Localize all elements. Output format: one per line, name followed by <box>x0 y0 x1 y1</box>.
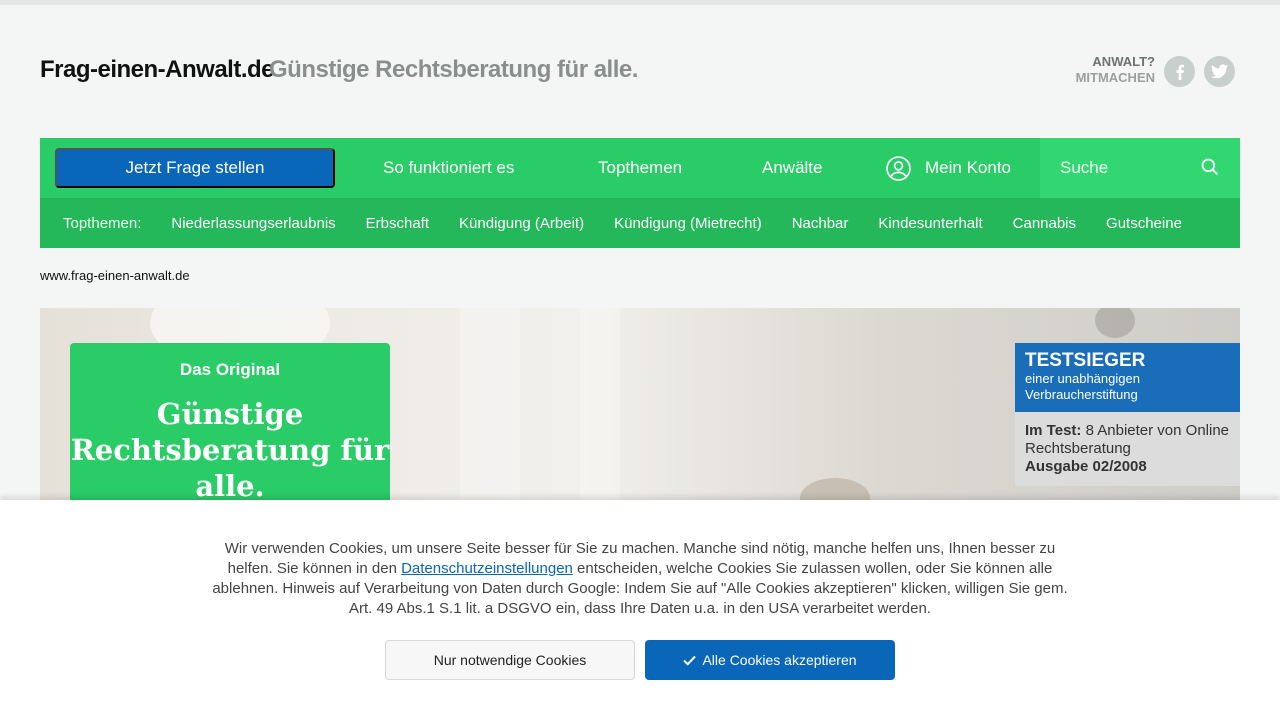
privacy-settings-link[interactable]: Datenschutzeinstellungen <box>401 560 573 577</box>
topic-link[interactable]: Kündigung (Arbeit) <box>459 215 584 232</box>
test-winner-badge: TESTSIEGER einer unabhängigen Verbrauche… <box>1015 343 1240 486</box>
topic-link[interactable]: Kindesunterhalt <box>878 215 982 232</box>
site-claim: Günstige Rechtsberatung für alle. <box>269 56 638 83</box>
promo-title: Günstige Rechtsberatung für alle. <box>70 397 390 503</box>
badge-test-label: Im Test: <box>1025 422 1082 439</box>
lawyer-link-line2: MITMACHEN <box>1075 70 1155 85</box>
topic-link[interactable]: Erbschaft <box>366 215 429 232</box>
facebook-icon[interactable] <box>1164 56 1195 87</box>
nav-how-it-works[interactable]: So funktioniert es <box>383 138 514 198</box>
accept-all-label: Alle Cookies akzeptieren <box>702 652 857 668</box>
topic-link[interactable]: Niederlassungserlaubnis <box>171 215 335 232</box>
ask-question-button[interactable]: Jetzt Frage stellen <box>55 148 335 188</box>
user-icon <box>886 155 911 181</box>
my-account-label: Mein Konto <box>925 158 1011 177</box>
nav-lawyers[interactable]: Anwälte <box>762 138 822 198</box>
site-logo[interactable]: Frag-einen-Anwalt.de <box>40 56 275 84</box>
checkmark-icon <box>683 655 697 666</box>
search-input[interactable] <box>1060 157 1190 179</box>
search-box <box>1040 138 1240 198</box>
cookie-text: Wir verwenden Cookies, um unsere Seite b… <box>210 539 1070 619</box>
hero-window <box>460 308 520 508</box>
topic-link[interactable]: Nachbar <box>792 215 849 232</box>
lawyer-link-line1: ANWALT? <box>1092 54 1155 69</box>
accept-all-cookies-button[interactable]: Alle Cookies akzeptieren <box>645 640 895 680</box>
hero-lamp <box>1095 308 1135 338</box>
topic-link[interactable]: Kündigung (Mietrecht) <box>614 215 762 232</box>
topic-link[interactable]: Gutscheine <box>1106 215 1182 232</box>
topics-label: Topthemen: <box>63 214 142 232</box>
necessary-cookies-button[interactable]: Nur notwendige Cookies <box>385 640 635 680</box>
search-icon[interactable] <box>1200 157 1220 177</box>
top-border <box>0 0 1280 5</box>
topics-bar: Topthemen: Niederlassungserlaubnis Erbsc… <box>40 198 1240 248</box>
main-nav: Jetzt Frage stellen So funktioniert es T… <box>40 138 1240 198</box>
badge-header: TESTSIEGER einer unabhängigen Verbrauche… <box>1015 343 1240 412</box>
topic-link[interactable]: Cannabis <box>1013 215 1076 232</box>
twitter-icon[interactable] <box>1204 56 1235 87</box>
badge-title: TESTSIEGER <box>1025 350 1146 371</box>
cookie-banner: Wir verwenden Cookies, um unsere Seite b… <box>0 500 1280 720</box>
lawyer-join-link[interactable]: ANWALT? MITMACHEN <box>1076 54 1155 86</box>
hero-window <box>580 308 620 508</box>
nav-my-account[interactable]: Mein Konto <box>886 138 1011 198</box>
nav-top-topics[interactable]: Topthemen <box>598 138 682 198</box>
promo-box: Das Original Günstige Rechtsberatung für… <box>70 343 390 508</box>
badge-details: Im Test: 8 Anbieter von Online Rechtsber… <box>1015 412 1240 486</box>
promo-kicker: Das Original <box>179 360 281 379</box>
badge-subtitle: einer unabhängigen Verbraucherstiftung <box>1025 371 1140 402</box>
site-header: Frag-einen-Anwalt.de Günstige Rechtsbera… <box>40 40 1240 100</box>
breadcrumb[interactable]: www.frag-einen-anwalt.de <box>40 268 190 283</box>
badge-issue: Ausgabe 02/2008 <box>1025 458 1147 475</box>
